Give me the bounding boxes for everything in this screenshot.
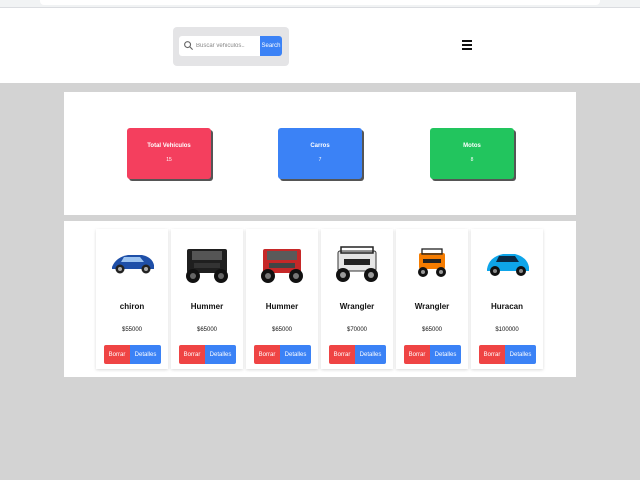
product-price: $100000	[495, 327, 519, 333]
details-button[interactable]: Detalles	[505, 345, 536, 364]
details-button[interactable]: Detalles	[355, 345, 386, 364]
delete-button[interactable]: Borrar	[254, 345, 280, 364]
product-price: $70000	[346, 327, 368, 333]
hummer-red-image	[261, 249, 303, 283]
stat-count: 7	[318, 157, 322, 163]
delete-button[interactable]: Borrar	[104, 345, 130, 364]
product-name: Wrangler	[414, 302, 450, 311]
product-name: Huracan	[490, 302, 523, 311]
stat-count: 8	[470, 157, 474, 163]
stat-card-total: Total Vehículos 15	[127, 128, 211, 179]
product-card: Hummer $65000 Borrar Detalles	[171, 229, 243, 369]
product-card: Hummer $65000 Borrar Detalles	[246, 229, 318, 369]
details-button[interactable]: Detalles	[430, 345, 461, 364]
product-card: Wrangler $70000 Borrar Detalles	[321, 229, 393, 369]
search-input[interactable]	[196, 36, 260, 56]
details-button[interactable]: Detalles	[130, 345, 161, 364]
details-button[interactable]: Detalles	[280, 345, 311, 364]
product-name: chiron	[119, 302, 145, 311]
sports-car-cyan-image	[487, 254, 529, 276]
wrangler-white-image	[336, 246, 378, 282]
hummer-black-image	[186, 249, 228, 283]
browser-chrome	[0, 0, 640, 8]
product-name: Hummer	[265, 302, 299, 311]
details-button[interactable]: Detalles	[205, 345, 236, 364]
address-bar[interactable]	[40, 0, 600, 5]
search-button[interactable]: Search	[260, 36, 282, 56]
product-name: Hummer	[190, 302, 224, 311]
product-price: $65000	[421, 327, 443, 333]
search-form: Search	[173, 27, 289, 66]
delete-button[interactable]: Borrar	[479, 345, 505, 364]
product-card: Huracan $100000 Borrar Detalles	[471, 229, 543, 369]
product-card: chiron $55000 Borrar Detalles	[96, 229, 168, 369]
product-price: $65000	[196, 327, 218, 333]
stat-label: Motos	[463, 143, 481, 149]
stat-label: Carros	[310, 143, 330, 149]
search-input-wrapper	[179, 36, 260, 56]
stat-card-motos: Motos 8	[430, 128, 514, 179]
wrangler-orange-image	[418, 248, 446, 277]
products-panel: chiron $55000 Borrar Detalles Hummer $65…	[64, 221, 576, 377]
stats-panel: Total Vehículos 15 Carros 7 Motos 8	[64, 92, 576, 215]
stat-count: 15	[166, 157, 172, 163]
delete-button[interactable]: Borrar	[404, 345, 430, 364]
product-price: $65000	[271, 327, 293, 333]
hamburger-menu-icon[interactable]	[462, 40, 472, 51]
product-price: $55000	[121, 327, 143, 333]
top-navbar: Search	[0, 8, 640, 83]
stat-label: Total Vehículos	[147, 143, 191, 149]
search-icon	[184, 41, 194, 51]
sports-car-blue-image	[112, 255, 154, 274]
product-card: Wrangler $65000 Borrar Detalles	[396, 229, 468, 369]
product-name: Wrangler	[339, 302, 375, 311]
delete-button[interactable]: Borrar	[329, 345, 355, 364]
delete-button[interactable]: Borrar	[179, 345, 205, 364]
stat-card-carros: Carros 7	[278, 128, 362, 179]
